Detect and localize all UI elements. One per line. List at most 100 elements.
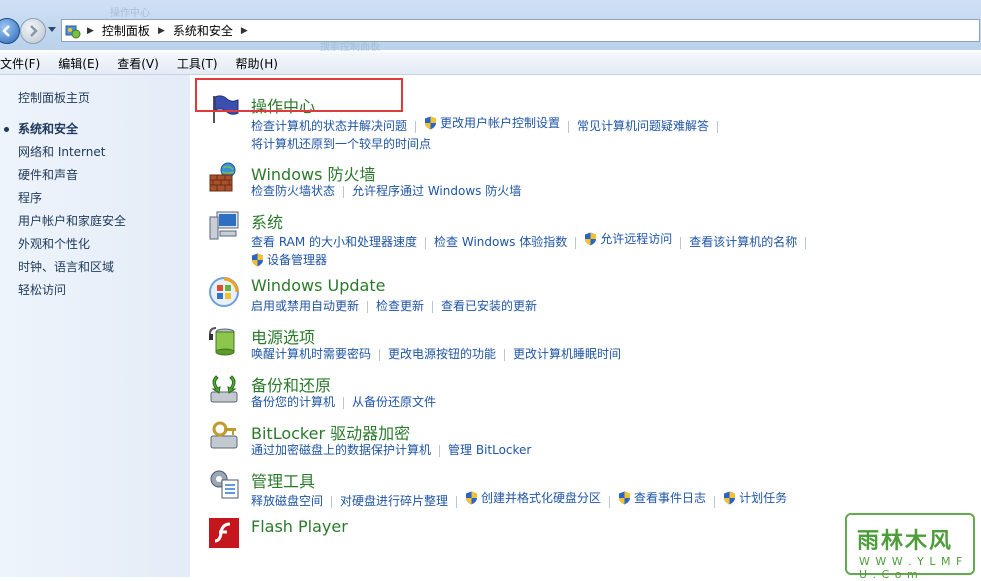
section-title-flash-player[interactable]: Flash Player (251, 517, 348, 536)
link-allow-program[interactable]: 允许程序通过 Windows 防火墙 (352, 182, 521, 200)
section-links: 通过加密磁盘上的数据保护计算机 管理 BitLocker (251, 441, 891, 459)
link-installed-updates[interactable]: 查看已安装的更新 (441, 297, 537, 315)
windows-update-icon (209, 277, 239, 307)
link-auto-update[interactable]: 启用或禁用自动更新 (251, 297, 359, 315)
link-divider (425, 236, 427, 249)
link-divider (415, 120, 417, 133)
uac-shield-icon (252, 253, 263, 267)
section-links: 备份您的计算机 从备份还原文件 (251, 393, 891, 411)
history-dropdown-icon[interactable] (48, 27, 56, 32)
link-label: 更改用户帐户控制设置 (440, 116, 561, 130)
link-troubleshoot[interactable]: 常见计算机问题疑难解答 (577, 117, 709, 135)
section-title-windows-update[interactable]: Windows Update (251, 276, 385, 295)
sidebar-item-system-security[interactable]: 系统和安全 (4, 122, 126, 145)
link-label: 允许远程访问 (600, 232, 673, 246)
flash-player-icon (209, 518, 239, 548)
link-divider (343, 396, 345, 409)
uac-shield-icon (585, 232, 597, 246)
link-label: 计划任务 (739, 491, 788, 505)
backup-restore-icon (210, 375, 238, 403)
breadcrumb-separator-icon[interactable]: ▶ (87, 26, 94, 36)
admin-tools-icon (210, 470, 239, 499)
link-defragment[interactable]: 对硬盘进行碎片整理 (340, 492, 448, 510)
menu-edit[interactable]: 编辑(E) (53, 55, 104, 72)
sidebar-item-appearance[interactable]: 外观和个性化 (18, 237, 126, 260)
sidebar-item-hardware-sound[interactable]: 硬件和声音 (18, 168, 126, 191)
section-links: 唤醒计算机时需要密码 更改电源按钮的功能 更改计算机睡眠时间 (251, 345, 891, 363)
link-computer-name[interactable]: 查看该计算机的名称 (689, 233, 797, 251)
link-divider (504, 348, 506, 361)
uac-shield-icon (425, 116, 437, 130)
highlight-rectangle (195, 78, 403, 112)
link-divider (379, 348, 381, 361)
link-scheduled-tasks[interactable]: 计划任务 (723, 489, 787, 507)
link-view-ram[interactable]: 查看 RAM 的大小和处理器速度 (251, 233, 417, 251)
breadcrumb-separator-icon[interactable]: ▶ (241, 26, 248, 36)
sidebar-category-list: 系统和安全 网络和 Internet 硬件和声音 程序 用户帐户和家庭安全 外观… (4, 122, 126, 306)
system-icon (209, 211, 239, 240)
sidebar-home-link[interactable]: 控制面板主页 (18, 89, 90, 106)
link-restore-files[interactable]: 从备份还原文件 (352, 393, 436, 411)
menu-tools[interactable]: 工具(T) (172, 55, 223, 72)
link-label: 设备管理器 (267, 253, 328, 267)
link-divider (568, 120, 570, 133)
sidebar: 控制面板主页 系统和安全 网络和 Internet 硬件和声音 程序 用户帐户和… (0, 75, 190, 577)
forward-button[interactable] (20, 18, 46, 44)
link-divider (680, 236, 682, 249)
sidebar-item-programs[interactable]: 程序 (18, 191, 126, 214)
sidebar-item-ease-of-access[interactable]: 轻松访问 (18, 283, 126, 306)
link-manage-bitlocker[interactable]: 管理 BitLocker (448, 441, 531, 459)
watermark-logo: 雨林木风 W W W . Y L M F U . C o m (845, 513, 975, 581)
link-divider (343, 185, 345, 198)
link-wake-password[interactable]: 唤醒计算机时需要密码 (251, 345, 371, 363)
main-content: 操作中心 检查计算机的状态并解决问题 更改用户帐户控制设置 常见计算机问题疑难解答 … (190, 75, 981, 577)
bitlocker-icon (210, 421, 238, 449)
menu-help[interactable]: 帮助(H) (231, 55, 283, 72)
link-label: 查看事件日志 (634, 491, 707, 505)
link-check-status[interactable]: 检查计算机的状态并解决问题 (251, 117, 407, 135)
link-backup-computer[interactable]: 备份您的计算机 (251, 393, 335, 411)
address-bar[interactable]: ▶ 控制面板 ▶ 系统和安全 ▶ (61, 19, 980, 42)
arrow-right-icon (30, 25, 38, 37)
link-divider (575, 236, 577, 249)
sidebar-item-user-accounts[interactable]: 用户帐户和家庭安全 (18, 214, 126, 237)
uac-shield-icon (466, 491, 478, 505)
sidebar-item-network[interactable]: 网络和 Internet (18, 145, 126, 168)
link-check-updates[interactable]: 检查更新 (376, 297, 424, 315)
firewall-icon (209, 162, 236, 192)
link-experience-index[interactable]: 检查 Windows 体验指数 (434, 233, 567, 251)
link-event-logs[interactable]: 查看事件日志 (618, 489, 706, 507)
link-remote-access[interactable]: 允许远程访问 (584, 230, 672, 248)
link-disk-cleanup[interactable]: 释放磁盘空间 (251, 492, 323, 510)
breadcrumb-control-panel[interactable]: 控制面板 (100, 22, 152, 39)
link-device-manager[interactable]: 设备管理器 (251, 251, 327, 269)
arrow-left-icon (2, 25, 10, 37)
link-sleep-time[interactable]: 更改计算机睡眠时间 (513, 345, 621, 363)
link-create-partition[interactable]: 创建并格式化硬盘分区 (465, 489, 601, 507)
link-firewall-status[interactable]: 检查防火墙状态 (251, 182, 335, 200)
sidebar-item-clock-language[interactable]: 时钟、语言和区域 (18, 260, 126, 283)
link-divider (714, 495, 716, 508)
window-title-ghost: 操作中心 (110, 8, 150, 19)
link-uac-settings[interactable]: 更改用户帐户控制设置 (424, 114, 560, 132)
link-power-button[interactable]: 更改电源按钮的功能 (388, 345, 496, 363)
back-button[interactable] (0, 18, 20, 44)
link-divider (367, 300, 369, 313)
section-links: 释放磁盘空间 对硬盘进行碎片整理 创建并格式化硬盘分区 查看事件日志 计划任务 (251, 489, 891, 510)
sidebar-item-label: 系统和安全 (18, 122, 79, 136)
breadcrumb-separator-icon[interactable]: ▶ (158, 26, 165, 36)
title-bar: 操作中心 搜索控制面板 ▶ 控制面板 ▶ 系统和安全 ▶ (0, 0, 981, 53)
control-panel-icon (65, 25, 81, 38)
breadcrumb-system-security[interactable]: 系统和安全 (171, 22, 235, 39)
watermark-url: W W W . Y L M F U . C o m (859, 555, 964, 581)
menu-view[interactable]: 查看(V) (112, 55, 164, 72)
menu-bar: 文件(F) 编辑(E) 查看(V) 工具(T) 帮助(H) (0, 52, 981, 75)
link-divider (331, 495, 333, 508)
uac-shield-icon (619, 491, 631, 505)
section-links: 检查防火墙状态 允许程序通过 Windows 防火墙 (251, 182, 891, 200)
section-links: 查看 RAM 的大小和处理器速度 检查 Windows 体验指数 允许远程访问 查看该… (251, 230, 891, 272)
watermark-text: 雨林木风 (857, 529, 954, 554)
link-encrypt-data[interactable]: 通过加密磁盘上的数据保护计算机 (251, 441, 431, 459)
link-system-restore[interactable]: 将计算机还原到一个较早的时间点 (251, 135, 431, 153)
menu-file[interactable]: 文件(F) (0, 55, 45, 72)
